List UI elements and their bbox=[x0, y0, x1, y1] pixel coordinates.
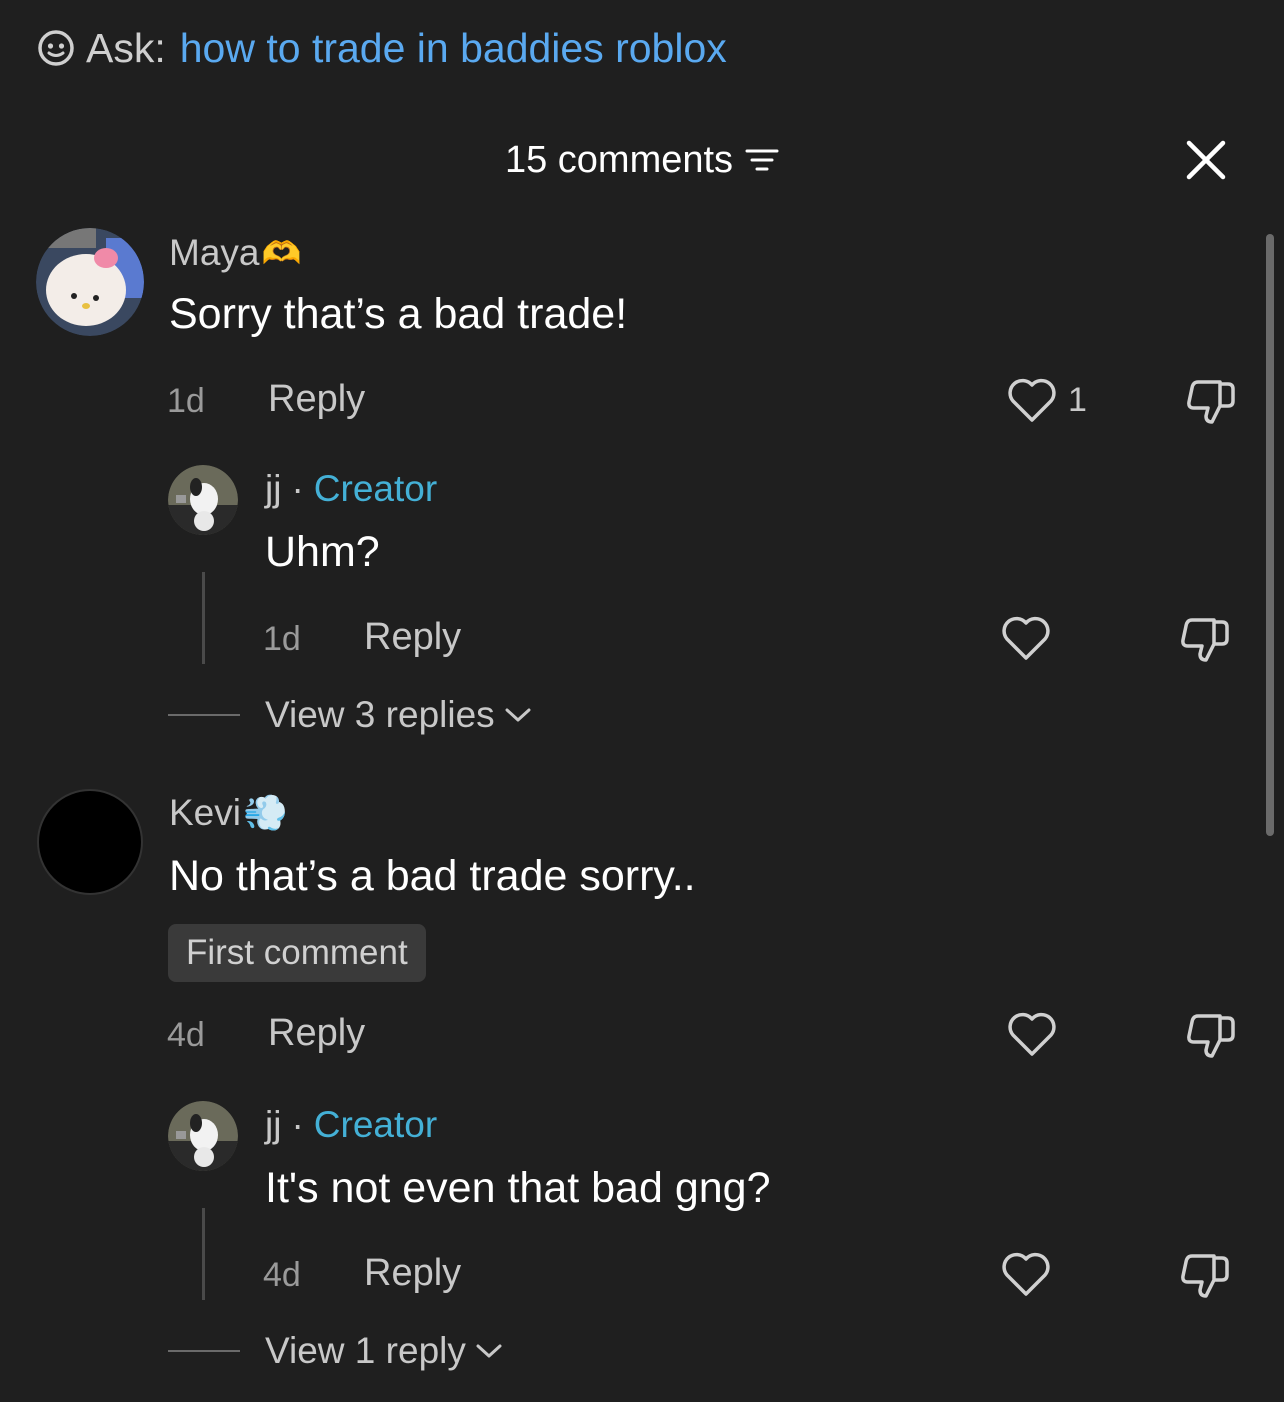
chevron-down-icon bbox=[476, 1344, 502, 1358]
close-icon[interactable] bbox=[1180, 134, 1232, 186]
reply-username[interactable]: jj · Creator bbox=[265, 466, 437, 512]
thread-line bbox=[202, 572, 205, 664]
reply-text: It's not even that bad gng? bbox=[265, 1164, 771, 1212]
separator-dot: · bbox=[291, 1104, 304, 1145]
comment-username[interactable]: Maya 🫶 bbox=[169, 230, 301, 276]
thumbs-down-icon[interactable] bbox=[1184, 1010, 1238, 1062]
heart-icon[interactable] bbox=[1000, 614, 1052, 662]
comment-time: 4d bbox=[167, 1016, 205, 1054]
view-replies-label: View 3 replies bbox=[265, 694, 495, 735]
username-text: Kevi bbox=[169, 792, 241, 833]
first-comment-badge: First comment bbox=[168, 924, 426, 982]
thumbs-down-icon[interactable] bbox=[1184, 376, 1238, 428]
separator-dot: · bbox=[291, 468, 304, 509]
heart-icon[interactable] bbox=[1006, 1010, 1058, 1058]
heart-icon[interactable] bbox=[1000, 1250, 1052, 1298]
thumbs-down-icon[interactable] bbox=[1178, 1250, 1232, 1302]
reply-button[interactable]: Reply bbox=[268, 378, 365, 421]
view-replies-line bbox=[168, 714, 240, 716]
ask-search-bar[interactable]: Ask: how to trade in baddies roblox bbox=[36, 22, 727, 74]
dash-emoji: 💨 bbox=[242, 792, 288, 833]
creator-label: Creator bbox=[313, 1104, 438, 1145]
comment-username[interactable]: Kevi 💨 bbox=[169, 790, 288, 836]
ask-label: Ask: bbox=[86, 24, 166, 71]
smiley-search-icon bbox=[38, 30, 74, 66]
view-replies-button[interactable]: View 1 reply bbox=[265, 1328, 504, 1374]
scrollbar[interactable] bbox=[1266, 234, 1274, 836]
view-replies-label: View 1 reply bbox=[265, 1330, 466, 1371]
comments-count: 15 comments bbox=[504, 138, 734, 181]
like-button[interactable]: 1 bbox=[1006, 376, 1087, 424]
comment-text: No that’s a bad trade sorry.. bbox=[169, 852, 696, 900]
avatar[interactable] bbox=[168, 465, 238, 535]
reply-username[interactable]: jj · Creator bbox=[265, 1102, 437, 1148]
reply-time: 1d bbox=[263, 620, 301, 658]
comment-text: Sorry that’s a bad trade! bbox=[169, 290, 628, 338]
username-text: Maya bbox=[169, 232, 260, 273]
heart-hands-emoji: 🫶 bbox=[261, 235, 302, 271]
ask-query-link[interactable]: how to trade in baddies roblox bbox=[180, 25, 727, 72]
view-replies-line bbox=[168, 1350, 240, 1352]
thumbs-down-icon[interactable] bbox=[1178, 614, 1232, 666]
reply-button[interactable]: Reply bbox=[268, 1012, 365, 1055]
username-text: jj bbox=[265, 1104, 282, 1145]
heart-icon bbox=[1008, 378, 1056, 422]
view-replies-button[interactable]: View 3 replies bbox=[265, 692, 533, 738]
reply-time: 4d bbox=[263, 1256, 301, 1294]
comment-time: 1d bbox=[167, 382, 205, 420]
thread-line bbox=[202, 1208, 205, 1300]
like-count: 1 bbox=[1068, 380, 1087, 419]
reply-text: Uhm? bbox=[265, 528, 380, 576]
reply-button[interactable]: Reply bbox=[364, 1252, 461, 1295]
username-text: jj bbox=[265, 468, 282, 509]
creator-label: Creator bbox=[313, 468, 438, 509]
comments-header: 15 comments bbox=[0, 132, 1284, 188]
reply-button[interactable]: Reply bbox=[364, 616, 461, 659]
avatar[interactable] bbox=[36, 788, 144, 896]
chevron-down-icon bbox=[505, 708, 531, 722]
avatar[interactable] bbox=[168, 1101, 238, 1171]
avatar[interactable] bbox=[36, 228, 144, 336]
filter-icon[interactable] bbox=[745, 145, 779, 175]
